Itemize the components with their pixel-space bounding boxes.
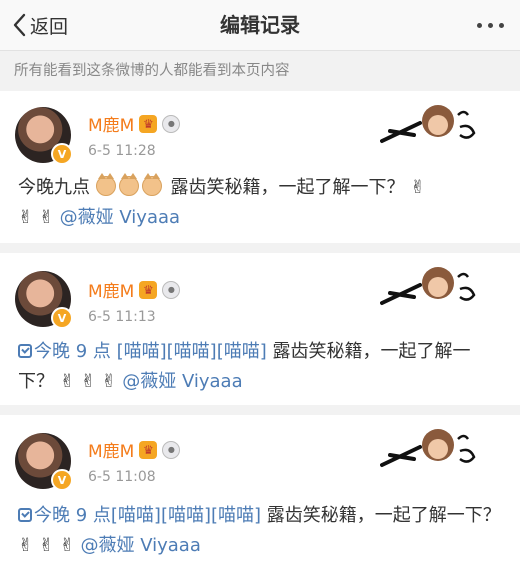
edit-record-card: V M鹿M ♛ ● 6-5 11:13 今晚 9 点 [喵喵][喵喵][喵喵] … [0, 253, 520, 405]
back-label: 返回 [30, 15, 69, 38]
edit-record-card: V M鹿M ♛ ● 6-5 11:28 今晚九点 露齿笑秘籍，一起了解一下？ ✌… [0, 91, 520, 243]
chevron-left-icon [13, 13, 26, 37]
crown-icon: ♛ [139, 114, 158, 133]
verified-v-icon: V [51, 469, 73, 491]
cat-emoji-icon [141, 173, 162, 196]
victory-emoji-icon: ✌ [410, 177, 426, 198]
page-title: 编辑记录 [220, 13, 300, 37]
mention-link[interactable]: @薇娅 Viyaaa [60, 207, 180, 228]
victory-emoji-icon: ✌ [18, 535, 34, 556]
victory-emoji-icon: ✌ [80, 371, 96, 392]
topic-check-icon [18, 508, 32, 522]
topic-link[interactable]: 今晚 9 点 [喵喵][喵喵][喵喵] [18, 341, 267, 362]
record-text: 今晚 9 点 [喵喵][喵喵][喵喵] 露齿笑秘籍，一起了解一下？ ✌ ✌ ✌ … [18, 337, 504, 397]
avatar[interactable]: V [15, 271, 73, 329]
username[interactable]: M鹿M [88, 437, 134, 462]
crown-icon: ♛ [139, 280, 158, 299]
avatar[interactable]: V [15, 433, 73, 491]
cat-emoji-icon [95, 173, 116, 196]
avatar[interactable]: V [15, 107, 73, 165]
signature-sticker-icon [380, 267, 476, 305]
post-time: 6-5 11:28 [88, 143, 156, 159]
medal-icon: ● [162, 280, 181, 299]
username[interactable]: M鹿M [88, 111, 134, 136]
victory-emoji-icon: ✌ [59, 535, 75, 556]
post-time: 6-5 11:08 [88, 469, 156, 485]
mention-link[interactable]: @薇娅 Viyaaa [80, 535, 200, 556]
topic-link[interactable]: 今晚 9 点[喵喵][喵喵][喵喵] [18, 505, 261, 526]
nav-bar: 返回 编辑记录 [0, 0, 520, 51]
victory-emoji-icon: ✌ [38, 207, 54, 228]
edit-record-card: V M鹿M ♛ ● 6-5 11:08 今晚 9 点[喵喵][喵喵][喵喵] 露… [0, 415, 520, 585]
back-button[interactable]: 返回 [12, 0, 68, 50]
medal-icon: ● [162, 440, 181, 459]
post-time: 6-5 11:13 [88, 309, 156, 325]
verified-v-icon: V [51, 143, 73, 165]
more-dots-icon[interactable] [477, 0, 504, 50]
victory-emoji-icon: ✌ [18, 207, 34, 228]
mention-link[interactable]: @薇娅 Viyaaa [122, 371, 242, 392]
crown-icon: ♛ [139, 440, 158, 459]
cat-emoji-icon [118, 173, 139, 196]
visibility-notice: 所有能看到这条微博的人都能看到本页内容 [0, 51, 520, 91]
record-text: 今晚 9 点[喵喵][喵喵][喵喵] 露齿笑秘籍，一起了解一下？ ✌ ✌ ✌ @… [18, 501, 504, 561]
signature-sticker-icon [380, 429, 476, 467]
signature-sticker-icon [380, 105, 476, 143]
username[interactable]: M鹿M [88, 277, 134, 302]
medal-icon: ● [162, 114, 181, 133]
victory-emoji-icon: ✌ [38, 535, 54, 556]
topic-check-icon [18, 344, 32, 358]
record-text: 今晚九点 露齿笑秘籍，一起了解一下？ ✌ ✌ ✌ @薇娅 Viyaaa [18, 173, 504, 233]
verified-v-icon: V [51, 307, 73, 329]
victory-emoji-icon: ✌ [59, 371, 75, 392]
victory-emoji-icon: ✌ [101, 371, 117, 392]
